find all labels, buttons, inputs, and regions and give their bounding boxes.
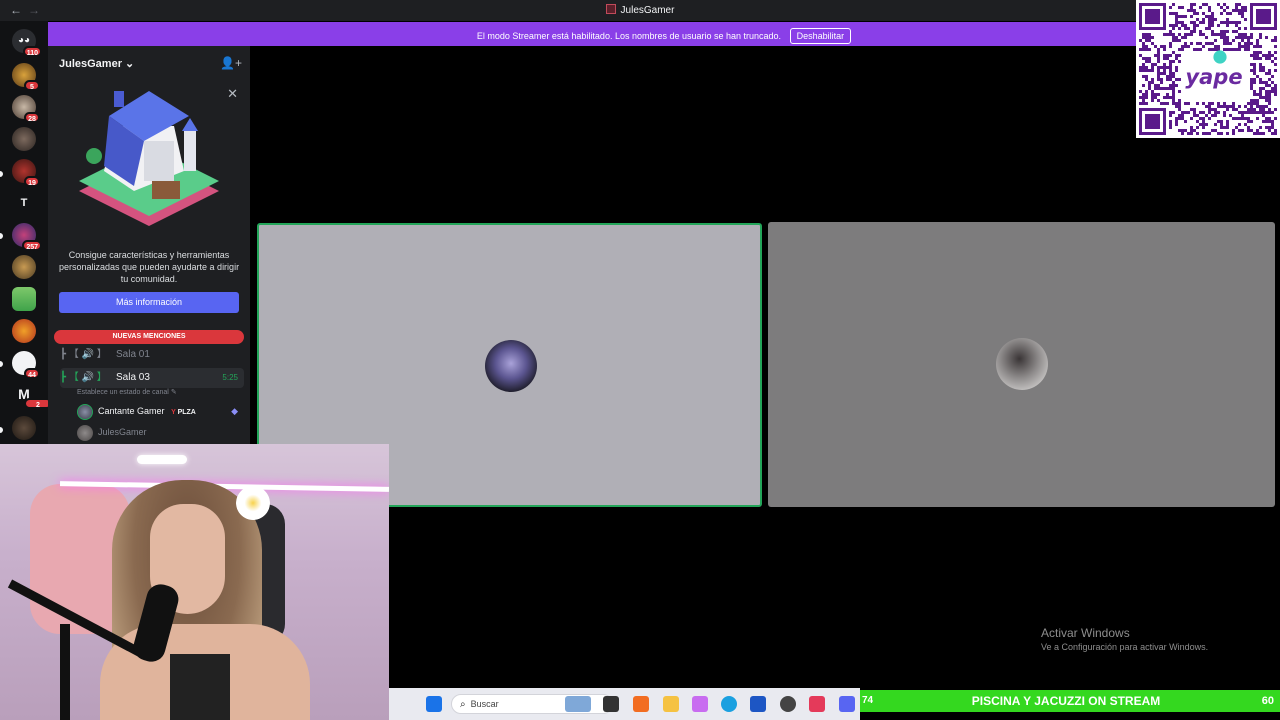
server-name: JulesGamer xyxy=(59,58,122,70)
add-member-icon[interactable]: 👤+ xyxy=(220,56,242,70)
more-info-button[interactable]: Más información xyxy=(59,292,239,313)
avatar xyxy=(77,403,93,420)
ticker-right-number: 60 xyxy=(1261,695,1274,707)
close-icon[interactable]: ✕ xyxy=(227,86,238,102)
server-rail: ◕◕ 110 5 28 19 T 257 44 M 2 xyxy=(0,21,52,444)
server-icon-9[interactable]: 44 xyxy=(12,351,40,379)
voice-channel-sala-03[interactable]: ┣ 【 🔊 】 Sala 03 5:25 xyxy=(60,368,244,388)
voice-channel-sala-01[interactable]: ┣ 【 🔊 】 Sala 01 xyxy=(60,345,244,365)
watermark-title: Activar Windows xyxy=(1041,626,1130,640)
role-tag-text: PLZA xyxy=(177,409,196,416)
channel-status-prompt[interactable]: Establece un estado de canal ✎ xyxy=(77,388,177,396)
watermark-subtitle: Ve a Configuración para activar Windows. xyxy=(1041,642,1209,652)
window-title: JulesGamer xyxy=(0,4,1280,16)
tiktok-icon[interactable] xyxy=(809,696,825,712)
app-icon xyxy=(605,4,616,14)
copilot-icon[interactable] xyxy=(692,696,708,712)
unread-pill xyxy=(0,171,3,177)
channel-status-text: Establece un estado de canal xyxy=(77,389,169,396)
task-view-icon[interactable] xyxy=(603,696,619,712)
search-highlight-icon xyxy=(565,696,591,712)
activate-windows-watermark: Activar Windows Ve a Configuración para … xyxy=(1041,626,1208,652)
unread-pill xyxy=(0,427,3,433)
obs-icon[interactable] xyxy=(780,696,796,712)
store-icon[interactable] xyxy=(750,696,766,712)
channel-name: Sala 01 xyxy=(116,349,150,360)
taskbar: ⌕ Buscar xyxy=(389,688,860,720)
server-icon-3[interactable] xyxy=(12,127,36,151)
disable-streamer-button[interactable]: Deshabilitar xyxy=(789,28,852,44)
role-icon: Y xyxy=(171,409,176,416)
channel-timer: 5:25 xyxy=(222,373,238,382)
windows-start-icon[interactable] xyxy=(426,696,442,712)
channel-name: Sala 03 xyxy=(116,372,150,383)
server-name-header[interactable]: JulesGamer ⌄ xyxy=(59,57,134,70)
server-icon-6[interactable] xyxy=(12,255,36,279)
streamer-mode-banner: El modo Streamer está habilitado. Los no… xyxy=(48,22,1280,46)
new-mentions-bar[interactable]: NUEVAS MENCIONES xyxy=(54,330,244,344)
led-lights xyxy=(137,455,187,464)
yape-brand: yape xyxy=(1185,65,1242,89)
chevron-down-icon: ⌄ xyxy=(125,58,135,70)
participant-avatar xyxy=(996,338,1048,390)
search-icon: ⌕ xyxy=(460,699,466,710)
qr-code-graphic: yape xyxy=(1139,3,1277,135)
unread-pill xyxy=(0,233,3,239)
window-title-text: JulesGamer xyxy=(620,5,675,16)
server-icon-2[interactable]: 28 xyxy=(12,95,40,123)
stream-ticker: 74 PISCINA Y JACUZZI ON STREAM 60 xyxy=(860,690,1280,712)
discord-icon[interactable] xyxy=(839,696,855,712)
webcam-overlay xyxy=(0,444,389,720)
role-tag: Y PLZA xyxy=(171,409,196,416)
avatar xyxy=(77,424,93,441)
participant-avatar xyxy=(485,340,537,392)
server-icon-7[interactable] xyxy=(12,287,36,311)
server-icon-10[interactable] xyxy=(12,416,36,440)
file-explorer-icon[interactable] xyxy=(663,696,679,712)
badge-count: 44 xyxy=(24,368,40,379)
home-discord-icon[interactable]: ◕◕ 110 xyxy=(12,29,42,57)
server-icon-8[interactable] xyxy=(12,319,36,343)
edge-browser-icon[interactable] xyxy=(721,696,737,712)
badge-count: 19 xyxy=(24,176,40,187)
screen: ← → JulesGamer El modo Streamer está hab… xyxy=(0,0,1280,720)
badge-count: 5 xyxy=(24,80,40,91)
yape-qr-code: yape xyxy=(1136,0,1280,138)
video-tile[interactable] xyxy=(768,222,1275,507)
hair-flower xyxy=(236,486,270,520)
username: JulesGamer xyxy=(98,427,147,437)
badge-count: 28 xyxy=(24,112,40,123)
mic-stand xyxy=(60,624,70,720)
server-icon-4[interactable]: 19 xyxy=(12,159,40,187)
server-icon-t[interactable]: T xyxy=(12,191,36,215)
streamer-banner-text: El modo Streamer está habilitado. Los no… xyxy=(476,31,782,41)
unread-pill xyxy=(0,361,3,367)
title-bar: ← → JulesGamer xyxy=(0,0,1280,21)
community-house-illustration xyxy=(79,91,219,226)
voice-user-1[interactable]: Cantante Gamer Y PLZA ◆ xyxy=(77,402,242,420)
badge-count: 110 xyxy=(22,46,42,57)
crest-icon: ◆ xyxy=(231,406,238,416)
badge-count: 257 xyxy=(22,240,42,251)
pencil-icon: ✎ xyxy=(170,389,177,396)
channel-sidebar: JulesGamer ⌄ 👤+ ✕ Consigue característic… xyxy=(48,46,250,444)
ticker-text: PISCINA Y JACUZZI ON STREAM xyxy=(971,694,1161,708)
speaker-icon: ┣ 【 🔊 】 xyxy=(60,349,107,360)
brave-browser-icon[interactable] xyxy=(633,696,649,712)
promo-text: Consigue características y herramientas … xyxy=(58,250,240,284)
streamer-top xyxy=(170,654,230,720)
server-icon-1[interactable]: 5 xyxy=(12,63,40,91)
search-placeholder: Buscar xyxy=(470,699,499,709)
speaker-icon: ┣ 【 🔊 】 xyxy=(60,372,107,383)
server-icon-5[interactable]: 257 xyxy=(12,223,42,251)
voice-user-2[interactable]: JulesGamer xyxy=(77,423,242,441)
username: Cantante Gamer xyxy=(98,406,165,416)
